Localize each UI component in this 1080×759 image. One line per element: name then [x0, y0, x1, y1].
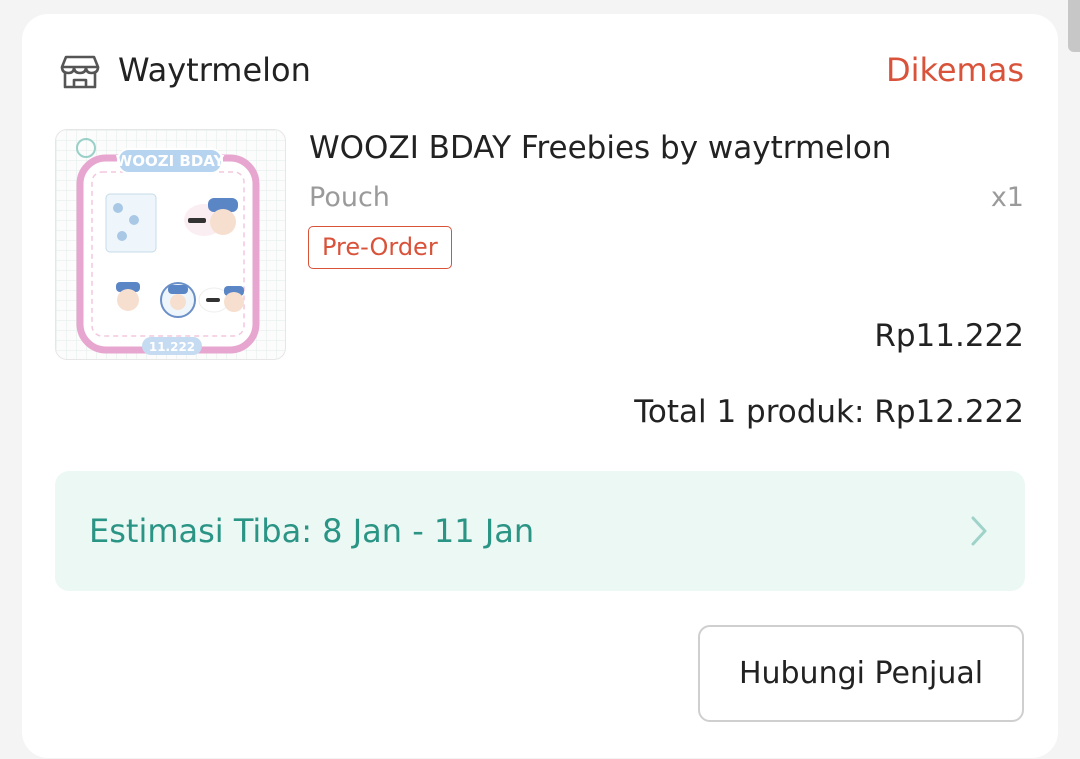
badge-sticker [160, 282, 196, 318]
chevron-right-icon [969, 515, 989, 547]
delivery-estimate-text: Estimasi Tiba: 8 Jan - 11 Jan [89, 512, 535, 550]
scrollbar[interactable] [1068, 0, 1080, 52]
shop-name[interactable]: Waytrmelon [118, 52, 311, 88]
shop-header[interactable]: Waytrmelon Dikemas [60, 52, 1024, 92]
thumbnail-heading: WOOZI BDAY [116, 152, 226, 170]
store-icon [60, 54, 100, 90]
order-card: Waytrmelon Dikemas WOOZI BDAY 11.222 WOO… [22, 14, 1058, 758]
product-title[interactable]: WOOZI BDAY Freebies by waytrmelon [309, 128, 891, 168]
delivery-estimate-row[interactable]: Estimasi Tiba: 8 Jan - 11 Jan [55, 471, 1025, 591]
product-variant: Pouch [309, 182, 390, 213]
sticker-sheet [105, 193, 157, 253]
order-total: Total 1 produk: Rp12.222 [634, 394, 1024, 430]
pre-order-badge: Pre-Order [308, 226, 452, 269]
product-thumbnail[interactable]: WOOZI BDAY 11.222 [55, 129, 286, 360]
thumbnail-tag: 11.222 [149, 340, 195, 354]
order-status: Dikemas [885, 51, 1024, 89]
product-price: Rp11.222 [874, 318, 1024, 354]
product-quantity: x1 [990, 182, 1024, 213]
contact-seller-button[interactable]: Hubungi Penjual [698, 625, 1024, 722]
